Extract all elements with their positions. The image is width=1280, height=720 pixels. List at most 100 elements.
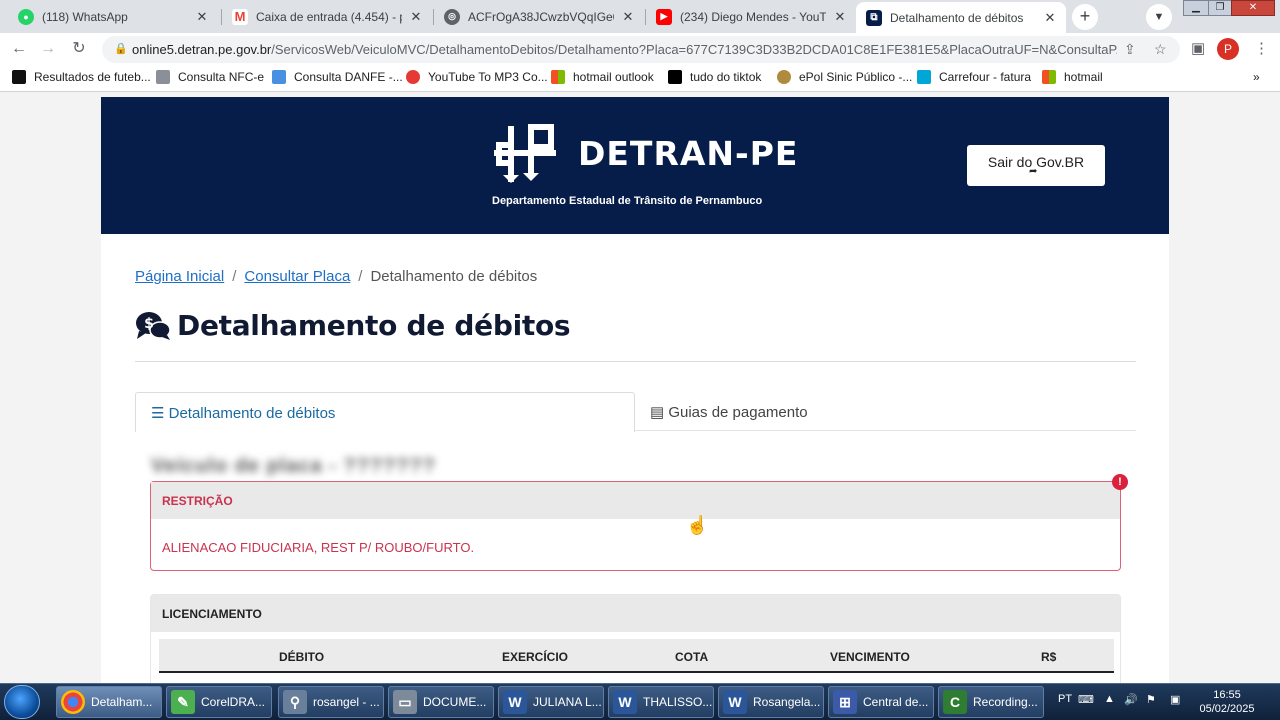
- bookmark-label: hotmail: [1064, 70, 1103, 84]
- breadcrumb-home-link[interactable]: Página Inicial: [135, 268, 224, 285]
- taskbar-label: THALISSO...: [643, 695, 713, 709]
- word-icon: W: [503, 690, 527, 714]
- language-indicator[interactable]: PT: [1058, 693, 1072, 705]
- taskbar-item-search[interactable]: ⚲ rosangel - ...: [278, 686, 384, 718]
- brand-subtitle: Departamento Estadual de Trânsito de Per…: [492, 195, 763, 207]
- page-title: $ Detalhamento de débitos: [135, 309, 571, 342]
- tab-document[interactable]: ◎ ACFrOgA38JCwzbVQqIGe0RnI ✕: [434, 2, 644, 31]
- new-tab-button[interactable]: +: [1072, 4, 1098, 30]
- exit-icon: ➦: [1029, 166, 1038, 177]
- column-header: COTA: [675, 650, 709, 664]
- bookmark-label: Carrefour - fatura: [939, 70, 1032, 84]
- bookmark-item[interactable]: Carrefour - fatura: [917, 70, 1031, 84]
- bookmark-label: YouTube To MP3 Co...: [428, 70, 548, 84]
- close-icon[interactable]: ✕: [194, 9, 210, 25]
- bookmarks-more[interactable]: »: [1253, 70, 1260, 84]
- microsoft-icon: [1042, 70, 1056, 84]
- coreldraw-icon: ✎: [171, 690, 195, 714]
- bookmark-item[interactable]: tudo do tiktok: [668, 70, 761, 84]
- site-container: DETRAN-PE Departamento Estadual de Trâns…: [101, 97, 1169, 683]
- bookmark-label: hotmail outlook: [573, 70, 654, 84]
- url-host: online5.detran.pe.gov.br: [132, 42, 272, 57]
- tab-detalhamento[interactable]: ⧉ Detalhamento de débitos ✕: [856, 2, 1066, 33]
- tray-expand-icon[interactable]: ▲: [1104, 693, 1115, 705]
- restriction-title: RESTRIÇÃO: [162, 494, 233, 508]
- menu-icon[interactable]: ⋮: [1254, 39, 1269, 57]
- bookmark-label: tudo do tiktok: [690, 70, 762, 84]
- reload-icon[interactable]: ↻: [68, 38, 90, 60]
- tab-title: (234) Diego Mendes - YouTube: [680, 9, 826, 24]
- network-tray-icon[interactable]: ▣: [1170, 693, 1180, 706]
- logout-button[interactable]: Sair do Gov.BR ➦: [967, 145, 1105, 186]
- page-heading: Detalhamento de débitos: [177, 309, 571, 342]
- start-button[interactable]: [4, 685, 40, 719]
- bookmark-icon: [917, 70, 931, 84]
- url-path: /ServicosWeb/VeiculoMVC/DetalhamentoDebi…: [271, 42, 1117, 57]
- maximize-button[interactable]: ❐: [1208, 0, 1232, 16]
- bookmarks-bar: Resultados de futeb... Consulta NFC-e Co…: [0, 65, 1280, 92]
- bookmark-item[interactable]: Consulta DANFE -...: [272, 70, 403, 84]
- taskbar-label: Detalham...: [91, 695, 153, 709]
- tab-title: Detalhamento de débitos: [890, 10, 1024, 25]
- globe-icon: ◎: [444, 8, 460, 25]
- word-icon: W: [613, 690, 637, 714]
- bookmark-item[interactable]: hotmail: [1042, 70, 1103, 84]
- taskbar-item-coreldraw[interactable]: ✎ CorelDRA...: [166, 686, 272, 718]
- taskbar-label: JULIANA L...: [533, 695, 602, 709]
- close-icon[interactable]: ✕: [832, 9, 848, 25]
- bookmark-icon: [156, 70, 170, 84]
- bookmark-icon: [406, 70, 420, 84]
- star-icon[interactable]: ☆: [1154, 41, 1167, 58]
- bookmark-icon: [12, 70, 26, 84]
- taskbar-item-word-rosangela[interactable]: W Rosangela...: [718, 686, 824, 718]
- taskbar-item-word-thalisso[interactable]: W THALISSO...: [608, 686, 714, 718]
- bookmark-item[interactable]: hotmail outlook: [551, 70, 654, 84]
- detran-logo-icon: [494, 124, 556, 183]
- flag-icon[interactable]: ⚑: [1146, 693, 1156, 706]
- browser-tab-strip: ● (118) WhatsApp ✕ M Caixa de entrada (4…: [0, 0, 1280, 33]
- column-header: EXERCÍCIO: [502, 650, 569, 664]
- bookmark-item[interactable]: YouTube To MP3 Co...: [406, 70, 548, 84]
- back-arrow-icon[interactable]: ←: [8, 38, 30, 60]
- volume-icon[interactable]: 🔊: [1124, 693, 1138, 706]
- forward-arrow-icon[interactable]: →: [37, 38, 59, 60]
- bookmark-icon: [777, 70, 791, 84]
- address-bar[interactable]: 🔒 online5.detran.pe.gov.br/ServicosWeb/V…: [102, 36, 1180, 63]
- licensing-title: LICENCIAMENTO: [162, 607, 262, 621]
- bookmark-icon: [272, 70, 286, 84]
- bookmark-item[interactable]: Resultados de futeb...: [12, 70, 151, 84]
- gmail-icon: M: [232, 8, 248, 25]
- tab-detalhamento-debitos[interactable]: ☰ Detalhamento de débitos: [135, 392, 635, 432]
- minimize-button[interactable]: ▁: [1183, 0, 1209, 16]
- close-icon[interactable]: ✕: [1042, 10, 1058, 26]
- tab-title: (118) WhatsApp: [42, 9, 128, 24]
- taskbar-item-documents[interactable]: ▭ DOCUME...: [388, 686, 494, 718]
- taskbar-item-word-juliana[interactable]: W JULIANA L...: [498, 686, 604, 718]
- close-window-button[interactable]: ✕: [1231, 0, 1275, 16]
- close-icon[interactable]: ✕: [408, 9, 424, 25]
- taskbar-label: CorelDRA...: [201, 695, 266, 709]
- breadcrumb-consult-link[interactable]: Consultar Placa: [244, 268, 350, 285]
- tab-youtube[interactable]: ▶ (234) Diego Mendes - YouTube ✕: [646, 2, 856, 31]
- system-clock[interactable]: 16:55 05/02/2025: [1192, 688, 1262, 716]
- profile-avatar[interactable]: P: [1217, 38, 1239, 60]
- taskbar-item-recording[interactable]: C Recording...: [938, 686, 1044, 718]
- tab-whatsapp[interactable]: ● (118) WhatsApp ✕: [8, 2, 218, 31]
- side-panel-icon[interactable]: ▣: [1191, 39, 1205, 57]
- keyboard-icon[interactable]: ⌨: [1078, 693, 1094, 706]
- bookmark-label: Consulta DANFE -...: [294, 70, 403, 84]
- tab-guias-pagamento[interactable]: ▤ Guias de pagamento: [650, 403, 808, 421]
- bookmark-item[interactable]: ePol Sinic Público -...: [777, 70, 912, 84]
- taskbar-item-central[interactable]: ⊞ Central de...: [828, 686, 934, 718]
- breadcrumb: Página Inicial / Consultar Placa / Detalhame…: [135, 268, 537, 285]
- bookmark-item[interactable]: Consulta NFC-e: [156, 70, 264, 84]
- brand-name: DETRAN-PE: [578, 134, 799, 173]
- share-icon[interactable]: ⇪: [1124, 41, 1136, 58]
- tab-gmail[interactable]: M Caixa de entrada (4.454) - prin ✕: [222, 2, 432, 31]
- taskbar-item-chrome[interactable]: Detalham...: [56, 686, 162, 718]
- close-icon[interactable]: ✕: [620, 9, 636, 25]
- url-text[interactable]: online5.detran.pe.gov.br/ServicosWeb/Vei…: [132, 42, 1117, 57]
- chevron-down-icon[interactable]: ▼: [1146, 4, 1172, 30]
- youtube-icon: ▶: [656, 8, 672, 25]
- money-chat-icon: $: [136, 311, 171, 340]
